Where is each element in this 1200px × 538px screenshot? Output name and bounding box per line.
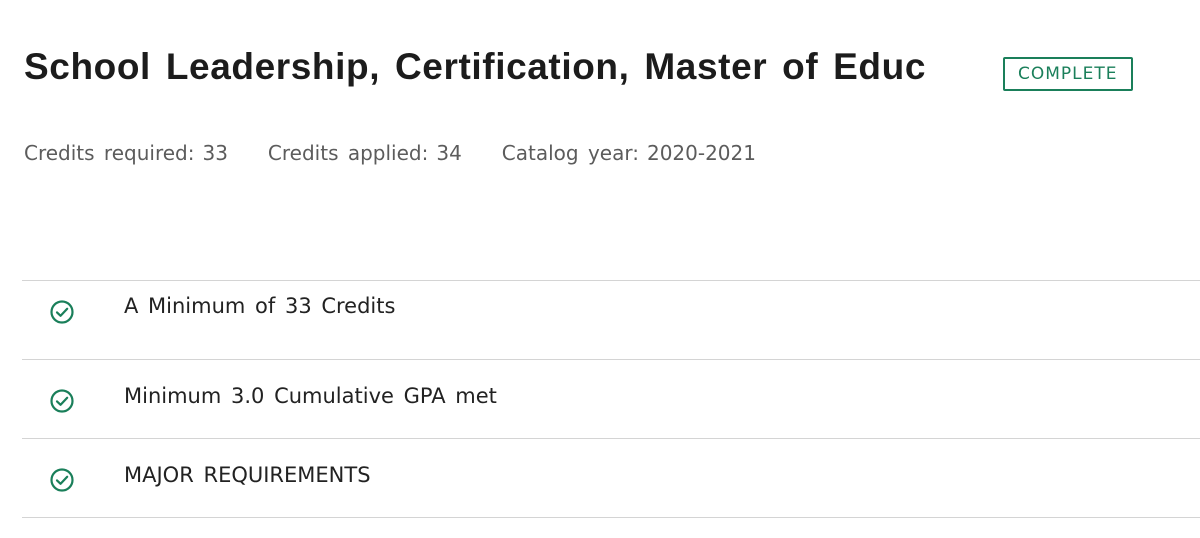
check-circle-icon xyxy=(49,388,75,414)
credits-required: Credits required: 33 xyxy=(24,141,228,165)
program-meta: Credits required: 33 Credits applied: 34 C… xyxy=(24,141,796,165)
check-circle-icon xyxy=(49,299,75,325)
requirement-row[interactable]: A Minimum of 33 Credits xyxy=(22,280,1200,359)
requirement-row[interactable]: Minimum 3.0 Cumulative GPA met xyxy=(22,359,1200,438)
requirement-label: MAJOR REQUIREMENTS xyxy=(124,463,371,487)
check-circle-icon xyxy=(49,467,75,493)
credits-applied: Credits applied: 34 xyxy=(268,141,462,165)
credits-applied-label: Credits applied: xyxy=(267,141,429,165)
status-badge: COMPLETE xyxy=(1003,57,1133,91)
program-header: School Leadership, Certification, Master… xyxy=(24,46,926,88)
credits-required-label: Credits required: xyxy=(24,141,195,165)
credits-required-value: 33 xyxy=(202,141,228,165)
requirement-label: Minimum 3.0 Cumulative GPA met xyxy=(124,384,497,408)
requirement-label: A Minimum of 33 Credits xyxy=(124,294,396,318)
catalog-year: Catalog year: 2020-2021 xyxy=(502,141,756,165)
page-title: School Leadership, Certification, Master… xyxy=(24,46,927,87)
catalog-year-value: 2020-2021 xyxy=(646,141,756,165)
requirement-row[interactable]: MAJOR REQUIREMENTS xyxy=(22,438,1200,518)
catalog-year-label: Catalog year: xyxy=(501,141,639,165)
requirements-list: A Minimum of 33 Credits Minimum 3.0 Cumu… xyxy=(22,280,1200,518)
credits-applied-value: 34 xyxy=(436,141,462,165)
